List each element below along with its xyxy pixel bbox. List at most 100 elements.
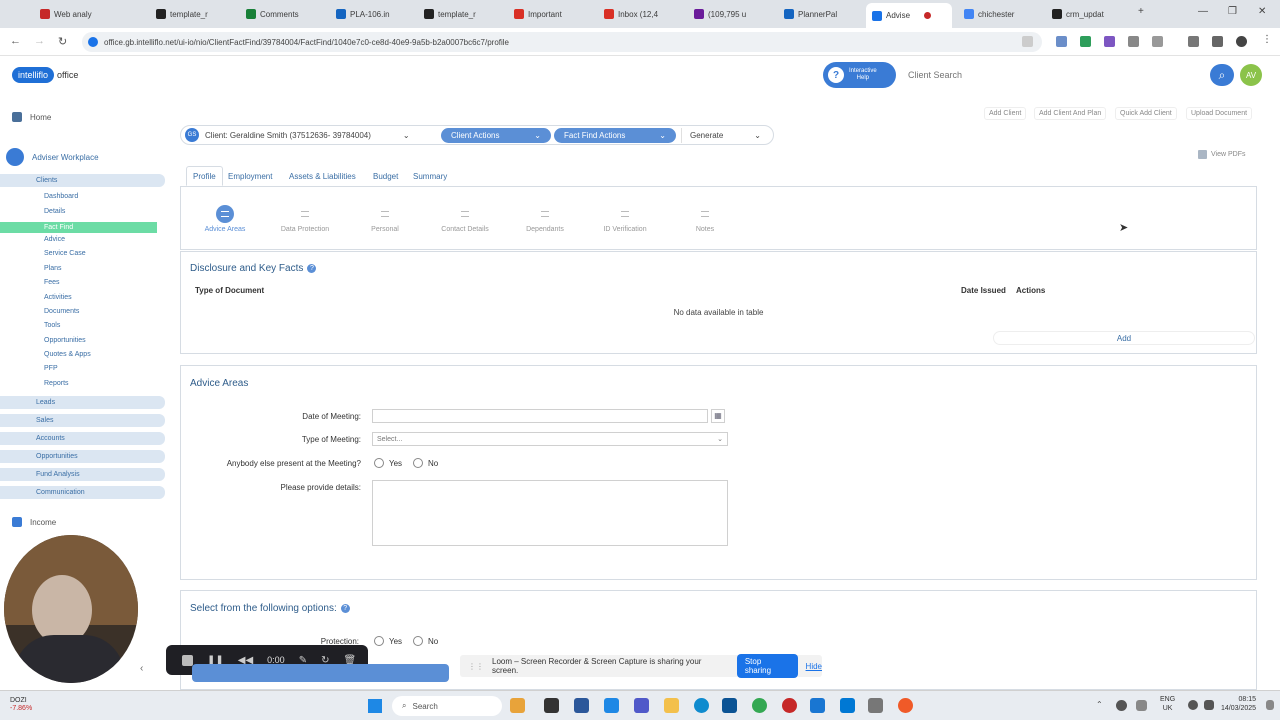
back-button[interactable]: ←: [10, 35, 21, 47]
maximize-button[interactable]: ❐: [1228, 6, 1237, 17]
word-icon[interactable]: [574, 698, 589, 713]
step-contact-details[interactable]: Contact Details: [425, 205, 505, 233]
taskbar-clock[interactable]: 08:15 14/03/2025: [1221, 695, 1256, 713]
download-icon[interactable]: [1212, 36, 1223, 47]
browser-tab[interactable]: crm_updat: [1046, 4, 1131, 24]
browser-tab-active[interactable]: Advise: [866, 3, 952, 28]
loom-icon[interactable]: [898, 698, 913, 713]
upload-document-button[interactable]: Upload Document: [1186, 107, 1253, 120]
hide-link[interactable]: Hide: [806, 662, 822, 671]
step-id-verification[interactable]: ID Verification: [585, 205, 665, 233]
sidebar-item-leads[interactable]: Leads: [0, 396, 165, 409]
tray-chevron-icon[interactable]: ⌃: [1096, 700, 1103, 709]
chrome-icon[interactable]: [752, 698, 767, 713]
close-window-button[interactable]: ✕: [1258, 6, 1266, 17]
windows-start-icon[interactable]: [368, 699, 382, 713]
interactive-help-button[interactable]: ? Interactive Help: [823, 62, 896, 88]
quick-add-client-button[interactable]: Quick Add Client: [1115, 107, 1177, 120]
site-info-icon[interactable]: [88, 37, 98, 47]
sidebar-item-accounts[interactable]: Accounts: [0, 432, 165, 445]
browser-tab[interactable]: Important: [508, 4, 593, 24]
task-view-icon[interactable]: [544, 698, 559, 713]
browser-tab[interactable]: Comments: [240, 4, 325, 24]
sidebar-item-reports[interactable]: Reports: [44, 380, 69, 387]
sidebar-item-opportunities[interactable]: Opportunities: [44, 337, 86, 344]
protection-yes-radio[interactable]: Yes: [374, 636, 402, 646]
copilot-icon[interactable]: [604, 698, 619, 713]
extension-icon[interactable]: [1080, 36, 1091, 47]
sidebar-item-pfp[interactable]: PFP: [44, 365, 58, 372]
sidebar-item-quotes-apps[interactable]: Quotes & Apps: [44, 351, 91, 358]
generate-button[interactable]: Generate ⌄: [681, 128, 769, 143]
menu-kebab-icon[interactable]: ⋮: [1262, 34, 1273, 45]
tab-assets-liabilities[interactable]: Assets & Liabilities: [283, 166, 362, 186]
browser-tab[interactable]: PLA-106.in: [330, 4, 415, 24]
sidebar-item-service-case[interactable]: Service Case: [44, 250, 86, 257]
widgets-icon[interactable]: [510, 698, 525, 713]
settings-gear-icon[interactable]: [868, 698, 883, 713]
intelliflo-logo[interactable]: intelliflo office: [12, 67, 78, 83]
profile-icon[interactable]: [1236, 36, 1247, 47]
language-indicator[interactable]: ENG UK: [1160, 695, 1175, 713]
sidebar-item-dashboard[interactable]: Dashboard: [44, 193, 78, 200]
info-icon[interactable]: ?: [340, 604, 350, 613]
sidebar-item-details[interactable]: Details: [44, 208, 65, 215]
protection-no-radio[interactable]: No: [413, 636, 438, 646]
webcam-bubble[interactable]: [4, 535, 138, 683]
type-of-meeting-select[interactable]: Select... ⌄: [372, 432, 728, 446]
footer-action-bar[interactable]: [192, 664, 449, 682]
present-no-radio[interactable]: No: [413, 458, 438, 468]
fact-find-actions-button[interactable]: Fact Find Actions ⌄: [554, 128, 676, 143]
extension-icon[interactable]: [1128, 36, 1139, 47]
taskbar-search[interactable]: ⌕ Search: [392, 696, 502, 716]
volume-icon[interactable]: [1204, 700, 1214, 710]
step-notes[interactable]: Notes: [665, 205, 745, 233]
sidebar-item-tools[interactable]: Tools: [44, 322, 60, 329]
step-dependants[interactable]: Dependants: [505, 205, 585, 233]
teams-icon[interactable]: [634, 698, 649, 713]
bookmark-star-icon[interactable]: [1022, 36, 1033, 47]
tab-employment[interactable]: Employment: [222, 166, 278, 186]
step-data-protection[interactable]: Data Protection: [265, 205, 345, 233]
sidebar-item-adviser-workplace[interactable]: Adviser Workplace: [6, 148, 99, 166]
file-explorer-icon[interactable]: [664, 698, 679, 713]
sidebar-item-sales[interactable]: Sales: [0, 414, 165, 427]
stop-recording-button[interactable]: [182, 654, 193, 666]
extension-icon[interactable]: [1056, 36, 1067, 47]
vscode-icon[interactable]: [840, 698, 855, 713]
browser-tab[interactable]: Web analy: [34, 4, 134, 24]
stock-widget[interactable]: DOZI -7.86%: [10, 697, 32, 713]
app-icon[interactable]: [782, 698, 797, 713]
collapse-chevron-icon[interactable]: ‹: [140, 663, 143, 674]
add-client-button[interactable]: Add Client: [984, 107, 1027, 120]
sidebar-item-activities[interactable]: Activities: [44, 294, 72, 301]
col-type-of-document[interactable]: Type of Document: [195, 286, 264, 295]
step-personal[interactable]: Personal: [345, 205, 425, 233]
sidebar-item-home[interactable]: Home: [12, 112, 51, 122]
new-tab-button[interactable]: +: [1138, 6, 1144, 17]
sidebar-item-opportunities-section[interactable]: Opportunities: [0, 450, 165, 463]
browser-tab[interactable]: chichester: [958, 4, 1043, 24]
sidebar-item-documents[interactable]: Documents: [44, 308, 79, 315]
present-yes-radio[interactable]: Yes: [374, 458, 402, 468]
sidebar-item-plans[interactable]: Plans: [44, 265, 62, 272]
extensions-puzzle-icon[interactable]: [1152, 36, 1163, 47]
browser-tab[interactable]: PlannerPal: [778, 4, 863, 24]
client-select[interactable]: GS Client: Geraldine Smith (37512636- 39…: [185, 128, 410, 142]
store-icon[interactable]: [722, 698, 737, 713]
info-icon[interactable]: ?: [307, 264, 317, 273]
browser-tab[interactable]: (109,795 u: [688, 4, 773, 24]
reload-button[interactable]: ↻: [58, 35, 67, 48]
wifi-icon[interactable]: [1188, 700, 1198, 710]
view-pdfs-button[interactable]: View PDFs: [1198, 150, 1246, 159]
add-client-and-plan-button[interactable]: Add Client And Plan: [1034, 107, 1107, 120]
notification-icon[interactable]: [1266, 700, 1274, 710]
tab-profile[interactable]: Profile: [186, 166, 223, 186]
sidebar-item-fund-analysis[interactable]: Fund Analysis: [0, 468, 165, 481]
client-actions-button[interactable]: Client Actions ⌄: [441, 128, 551, 143]
sidebar-item-income[interactable]: Income: [12, 517, 56, 527]
browser-tab[interactable]: Inbox (12,4: [598, 4, 683, 24]
browser-tab[interactable]: template_r: [418, 4, 503, 24]
minimize-button[interactable]: —: [1198, 6, 1208, 17]
avatar[interactable]: AV: [1240, 64, 1262, 86]
